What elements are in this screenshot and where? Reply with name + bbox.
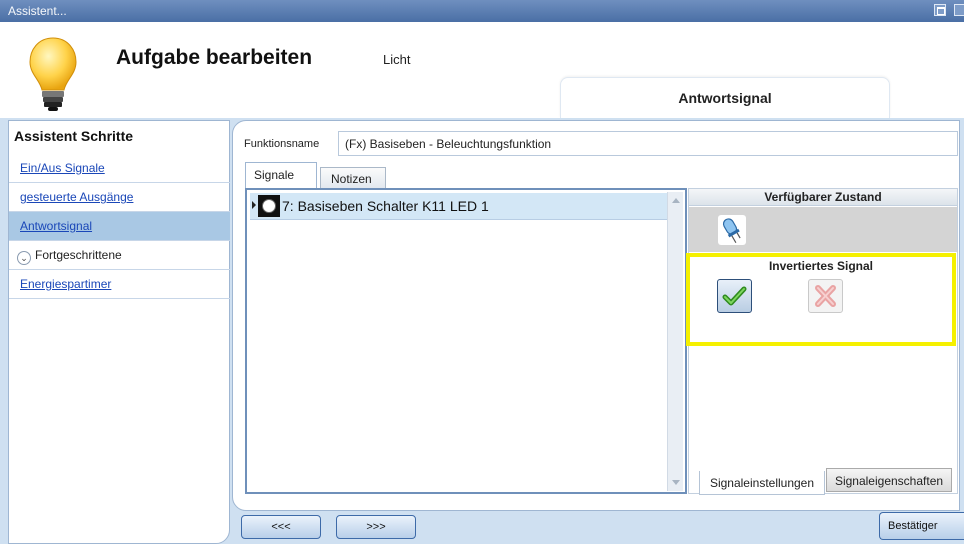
expand-arrow-icon[interactable] — [252, 201, 256, 209]
sidebar-heading: Assistent Schritte — [14, 128, 134, 144]
previous-button[interactable]: <<< — [241, 515, 321, 539]
sidebar-item-label[interactable]: Antwortsignal — [20, 219, 92, 233]
checkmark-icon — [722, 286, 747, 306]
sidebar-item-label[interactable]: gesteuerte Ausgänge — [20, 190, 133, 204]
inverted-signal-title: Invertiertes Signal — [768, 259, 874, 273]
tab-signaleigenschaften[interactable]: Signaleigenschaften — [826, 468, 952, 492]
led-signal-icon — [258, 195, 280, 217]
window-title: Assistent... — [8, 4, 67, 18]
function-name-label: Funktionsname — [244, 138, 320, 150]
close-icon[interactable] — [954, 4, 964, 16]
page-title: Aufgabe bearbeiten — [116, 46, 313, 69]
scroll-up-icon[interactable] — [672, 198, 680, 203]
tab-antwortsignal[interactable]: Antwortsignal — [560, 77, 890, 118]
inverted-signal-box: Invertiertes Signal — [686, 253, 956, 346]
scrollbar[interactable] — [667, 192, 683, 491]
signal-list: 7: Basiseben Schalter K11 LED 1 — [245, 188, 687, 494]
window-titlebar: Assistent... — [0, 0, 964, 22]
tab-notizen[interactable]: Notizen — [320, 167, 386, 188]
sidebar-item-energiespartimer[interactable]: Energiespartimer — [9, 270, 230, 299]
sidebar-item-label[interactable]: Energiespartimer — [20, 277, 111, 291]
tab-signaleinstellungen[interactable]: Signaleinstellungen — [699, 471, 825, 495]
header: Aufgabe bearbeiten Licht Antwortsignal — [0, 22, 964, 118]
sidebar-item-gesteuerte-ausgaenge[interactable]: gesteuerte Ausgänge — [9, 183, 230, 212]
confirm-button[interactable]: Bestätiger — [879, 512, 964, 540]
list-item[interactable]: 7: Basiseben Schalter K11 LED 1 — [250, 193, 668, 220]
sidebar-item-fortgeschrittene[interactable]: ⌄ Fortgeschrittene — [9, 241, 230, 270]
sidebar-item-antwortsignal[interactable]: Antwortsignal — [9, 212, 230, 241]
state-area — [689, 207, 957, 252]
sidebar-item-label[interactable]: Ein/Aus Signale — [20, 161, 105, 175]
sidebar: Assistent Schritte Ein/Aus Signale geste… — [8, 120, 230, 544]
scroll-down-icon[interactable] — [672, 480, 680, 485]
lightbulb-icon — [29, 37, 77, 111]
next-button[interactable]: >>> — [336, 515, 416, 539]
tab-signale[interactable]: Signale — [245, 162, 317, 188]
sidebar-item-label[interactable]: Fortgeschrittene — [35, 248, 122, 262]
led-icon[interactable] — [718, 215, 746, 245]
function-name-input[interactable] — [338, 131, 958, 156]
available-state-header: Verfügbarer Zustand — [689, 189, 957, 206]
x-button[interactable] — [808, 279, 843, 313]
maximize-icon[interactable] — [934, 4, 946, 16]
x-icon — [815, 285, 836, 307]
page-subtitle: Licht — [383, 52, 411, 67]
checkmark-button[interactable] — [717, 279, 752, 313]
sidebar-item-ein-aus-signale[interactable]: Ein/Aus Signale — [9, 154, 230, 183]
chevron-down-icon[interactable]: ⌄ — [17, 251, 31, 265]
signal-label: 7: Basiseben Schalter K11 LED 1 — [282, 198, 489, 214]
